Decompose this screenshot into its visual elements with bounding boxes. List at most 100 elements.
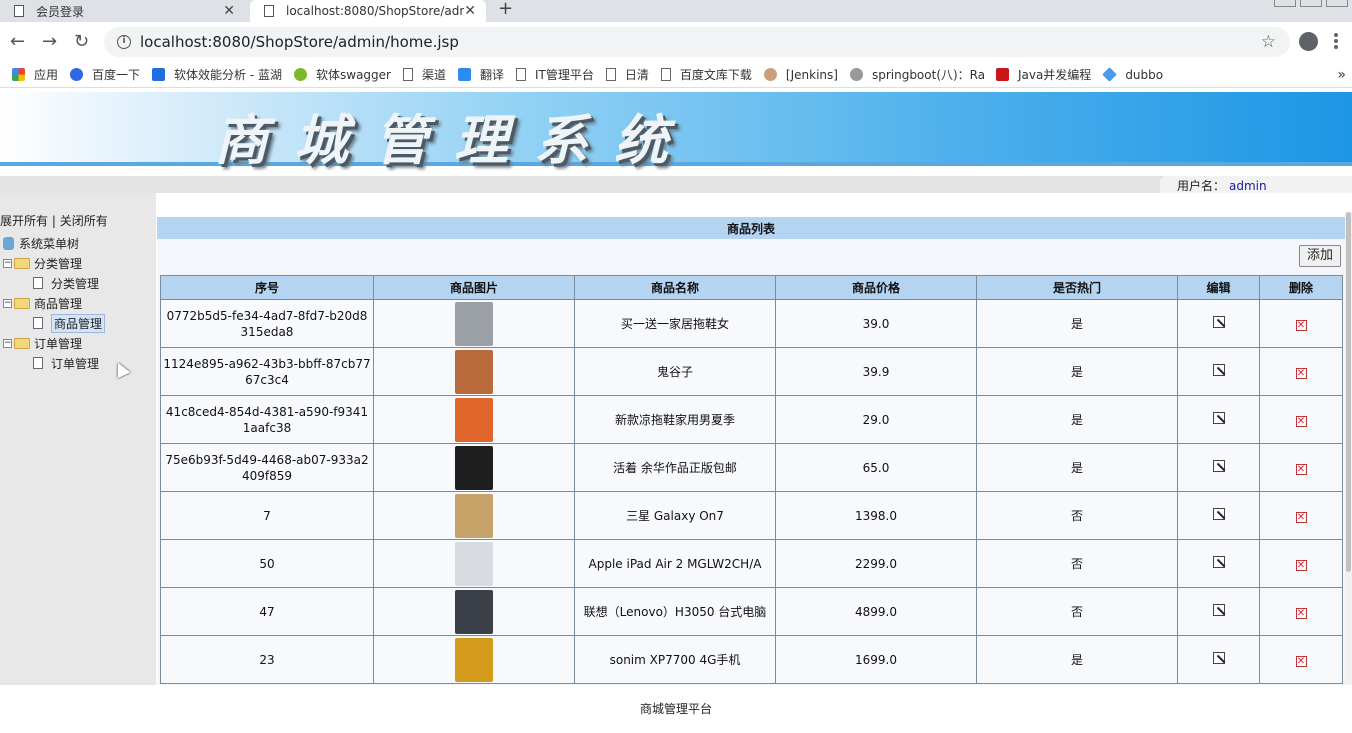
- product-id: 47: [160, 587, 374, 636]
- product-thumbnail[interactable]: [455, 301, 493, 346]
- new-tab-icon[interactable]: +: [498, 0, 513, 19]
- add-product-button[interactable]: 添加: [1299, 245, 1341, 267]
- apps-grid-icon: [12, 68, 25, 81]
- delete-icon[interactable]: ✕: [1295, 463, 1307, 475]
- product-name: 三星 Galaxy On7: [574, 491, 776, 540]
- browser-tab-shopstore[interactable]: localhost:8080/ShopStore/adm ✕: [250, 0, 486, 22]
- column-header: 商品价格: [775, 275, 977, 300]
- product-thumbnail[interactable]: [455, 541, 493, 586]
- product-thumbnail[interactable]: [455, 397, 493, 442]
- tree-leaf-label[interactable]: 订单管理: [51, 355, 99, 372]
- tree-folder-label: 商品管理: [34, 296, 83, 311]
- bookmark-label: IT管理平台: [535, 68, 594, 82]
- bookmark-riqing[interactable]: 日清: [605, 66, 649, 83]
- tree-folder-product[interactable]: − 商品管理: [3, 293, 105, 313]
- blog-icon: [849, 68, 863, 81]
- scrollbar-thumb[interactable]: [1346, 212, 1351, 572]
- tree-folder-category[interactable]: − 分类管理: [3, 253, 105, 273]
- edit-icon[interactable]: [1212, 364, 1225, 376]
- bookmark-springboot[interactable]: springboot(八)：Ra: [849, 66, 984, 83]
- more-bookmarks-icon[interactable]: »: [1337, 67, 1346, 83]
- product-price: 4899.0: [775, 587, 977, 636]
- bookmark-wenku[interactable]: 百度文库下载: [660, 66, 752, 83]
- edit-icon[interactable]: [1212, 316, 1225, 328]
- edit-icon[interactable]: [1212, 604, 1225, 616]
- tree-leaf-product[interactable]: 商品管理: [3, 313, 106, 333]
- edit-cell: [1177, 539, 1260, 588]
- collapse-toggle-icon[interactable]: −: [3, 258, 12, 268]
- close-window-icon[interactable]: [1326, 0, 1348, 7]
- collapse-all-link[interactable]: 关闭所有: [60, 214, 108, 228]
- bookmark-star-icon[interactable]: ☆: [1261, 32, 1276, 52]
- product-thumbnail[interactable]: [455, 589, 493, 634]
- column-header: 商品名称: [574, 275, 776, 300]
- bookmark-translate[interactable]: 翻译: [458, 66, 504, 83]
- delete-icon[interactable]: ✕: [1295, 607, 1307, 619]
- url-text[interactable]: localhost:8080/ShopStore/admin/home.jsp: [140, 33, 459, 51]
- minimize-icon[interactable]: [1274, 0, 1296, 7]
- delete-icon[interactable]: ✕: [1295, 415, 1307, 427]
- back-arrow-icon[interactable]: ←: [10, 31, 25, 52]
- bookmark-java-concurrency[interactable]: Java并发编程: [995, 66, 1091, 83]
- address-bar[interactable]: i localhost:8080/ShopStore/admin/home.js…: [104, 27, 1290, 57]
- folder-icon: [14, 257, 30, 269]
- delete-icon[interactable]: ✕: [1295, 655, 1307, 667]
- tree-leaf-label[interactable]: 分类管理: [51, 275, 99, 292]
- delete-cell: ✕: [1259, 299, 1343, 348]
- username-value: admin: [1229, 179, 1267, 193]
- product-image-cell: [373, 539, 575, 588]
- reload-icon[interactable]: ↻: [74, 31, 89, 52]
- window-controls: [1274, 0, 1348, 7]
- browser-tab-login[interactable]: 会员登录 ✕: [0, 0, 245, 22]
- product-name: 活着 余华作品正版包邮: [574, 443, 776, 492]
- bookmark-apps[interactable]: 应用: [12, 66, 58, 83]
- tree-folder-order[interactable]: − 订单管理: [3, 333, 105, 353]
- tree-root-label: 系统菜单树: [19, 236, 80, 251]
- delete-icon[interactable]: ✕: [1295, 319, 1307, 331]
- browser-menu-icon[interactable]: [1334, 33, 1338, 49]
- collapse-toggle-icon[interactable]: −: [3, 298, 12, 308]
- bookmark-swagger[interactable]: 软体swagger: [294, 66, 391, 83]
- column-header: 编辑: [1177, 275, 1260, 300]
- delete-icon[interactable]: ✕: [1295, 511, 1307, 523]
- edit-icon[interactable]: [1212, 412, 1225, 424]
- forward-arrow-icon[interactable]: →: [42, 31, 57, 52]
- bookmark-lanhu[interactable]: 软体效能分析 - 蓝湖: [152, 66, 282, 83]
- product-hot: 否: [976, 587, 1178, 636]
- browser-toolbar: ← → ↻ i localhost:8080/ShopStore/admin/h…: [0, 22, 1352, 62]
- tree-leaf-label[interactable]: 商品管理: [51, 313, 106, 333]
- collapse-toggle-icon[interactable]: −: [3, 338, 12, 348]
- product-thumbnail[interactable]: [455, 445, 493, 490]
- delete-icon[interactable]: ✕: [1295, 559, 1307, 571]
- baidu-icon: [70, 68, 84, 81]
- close-tab-icon[interactable]: ✕: [223, 3, 235, 19]
- product-thumbnail[interactable]: [455, 637, 493, 682]
- info-icon[interactable]: i: [117, 35, 131, 49]
- product-hot: 否: [976, 539, 1178, 588]
- edit-icon[interactable]: [1212, 556, 1225, 568]
- bookmark-it-platform[interactable]: IT管理平台: [516, 66, 594, 83]
- tree-root[interactable]: 系统菜单树: [3, 233, 105, 253]
- tree-leaf-order[interactable]: 订单管理: [3, 353, 105, 373]
- product-thumbnail[interactable]: [455, 493, 493, 538]
- edit-icon[interactable]: [1212, 652, 1225, 664]
- username-label: 用户名：: [1177, 179, 1226, 193]
- tree-leaf-category[interactable]: 分类管理: [3, 273, 105, 293]
- delete-icon[interactable]: ✕: [1295, 367, 1307, 379]
- delete-cell: ✕: [1259, 395, 1343, 444]
- account-icon[interactable]: [1299, 32, 1318, 51]
- expand-all-link[interactable]: 展开所有: [0, 214, 48, 228]
- bookmark-dubbo[interactable]: dubbo: [1102, 67, 1163, 82]
- tree-operations: 展开所有 | 关闭所有: [0, 212, 108, 229]
- scrollbar[interactable]: [1345, 212, 1352, 685]
- edit-icon[interactable]: [1212, 460, 1225, 472]
- bookmark-jenkins[interactable]: [Jenkins]: [763, 68, 838, 82]
- restore-icon[interactable]: [1300, 0, 1322, 7]
- bookmark-channel[interactable]: 渠道: [402, 66, 446, 83]
- column-header: 是否热门: [976, 275, 1178, 300]
- close-tab-icon[interactable]: ✕: [464, 3, 476, 19]
- bookmark-baidu[interactable]: 百度一下: [70, 66, 140, 83]
- edit-icon[interactable]: [1212, 508, 1225, 520]
- product-thumbnail[interactable]: [455, 349, 493, 394]
- product-image-cell: [373, 491, 575, 540]
